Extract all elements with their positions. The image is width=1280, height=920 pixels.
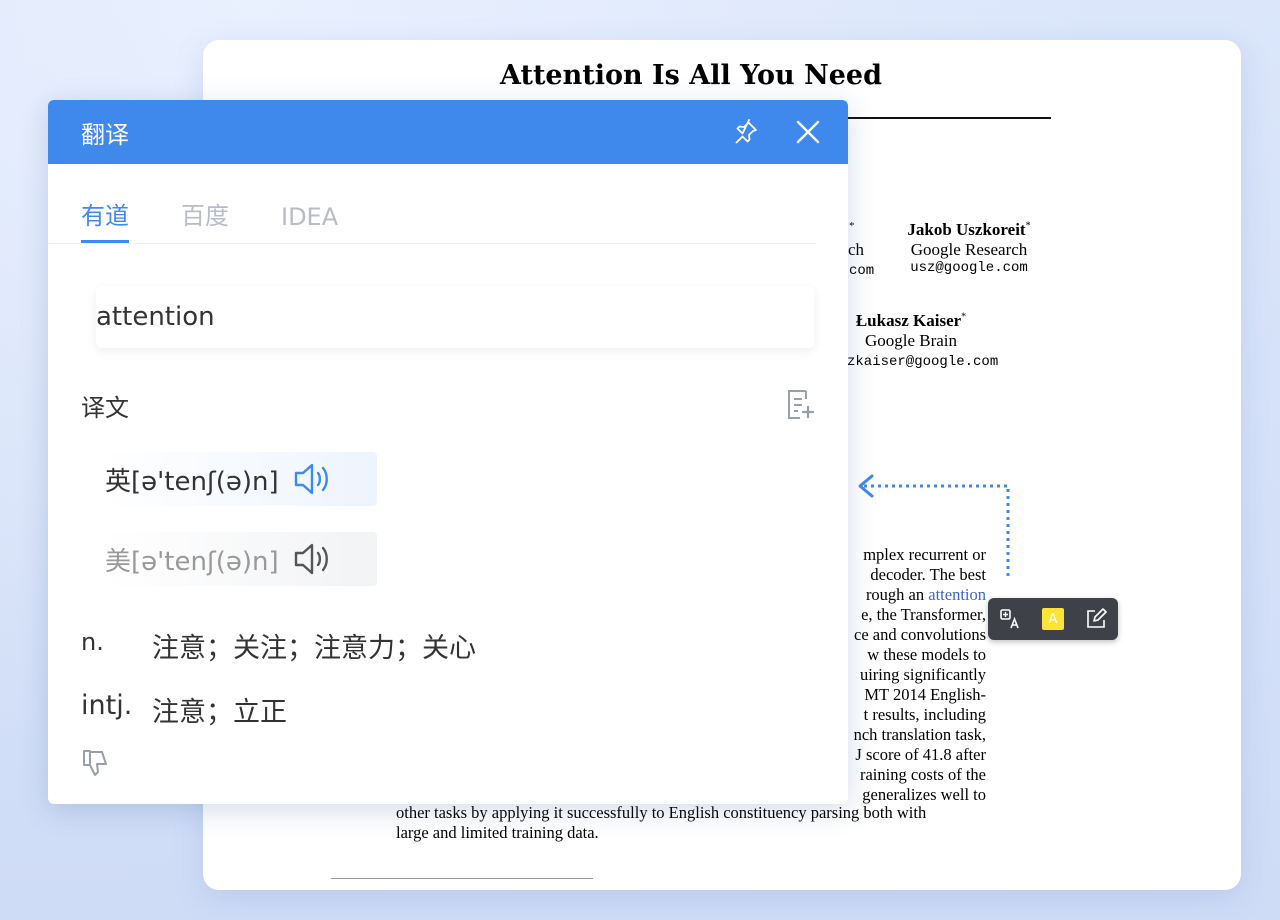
pronunciation-uk: 英[ə'tenʃ(ə)n] <box>105 452 377 506</box>
highlight-button[interactable]: A <box>1040 606 1066 632</box>
author-kaiser: Łukasz Kaiser* Google Brain <box>846 311 976 351</box>
connector-arrow-icon <box>858 474 1010 576</box>
definition-text: 注意；立正 <box>152 697 287 728</box>
translate-button[interactable] <box>997 606 1023 632</box>
author-mark-fragment: * <box>849 220 855 232</box>
abstract-text: rough an <box>865 585 929 604</box>
translate-icon <box>999 609 1019 629</box>
copy-to-note-icon[interactable] <box>784 388 816 422</box>
footnote-rule <box>331 878 593 879</box>
pin-button[interactable] <box>726 112 766 152</box>
author-affiliation-fragment: ch <box>848 240 865 259</box>
paper-title: Attention Is All You Need <box>500 60 882 91</box>
author-mark: * <box>1025 220 1031 232</box>
add-note-button[interactable] <box>1083 606 1109 632</box>
author-mark: * <box>961 311 967 323</box>
query-text: attention <box>96 302 215 332</box>
speaker-icon <box>294 463 328 495</box>
abstract-line: other tasks by applying it successfully … <box>396 803 927 822</box>
author-email: usz@google.com <box>910 260 1028 276</box>
tab-idea[interactable]: IDEA <box>281 203 338 243</box>
author-name: Jakob Uszkoreit <box>907 220 1026 239</box>
part-of-speech: n. <box>81 628 104 656</box>
translation-section-label: 译文 <box>81 394 129 422</box>
pronunciation-uk-text: 英[ə'tenʃ(ə)n] <box>105 466 279 497</box>
pronunciation-us: 美[ə'tenʃ(ə)n] <box>105 532 377 586</box>
highlight-letter: A <box>1048 611 1058 627</box>
close-button[interactable] <box>788 112 828 152</box>
play-uk-button[interactable] <box>293 459 337 499</box>
translation-panel: 翻译 有道 百度 IDEA attention 译文 英[ə'tenʃ(ə)n] <box>48 100 848 804</box>
close-icon <box>796 120 820 144</box>
selection-toolbar: A <box>988 598 1118 640</box>
author-uszkoreit: Jakob Uszkoreit* Google Research usz@goo… <box>906 220 1032 276</box>
author-affiliation: Google Brain <box>864 331 958 350</box>
thumbs-down-icon[interactable] <box>81 748 111 778</box>
highlighted-word[interactable]: attention <box>928 585 986 604</box>
part-of-speech: intj. <box>81 690 133 721</box>
title-rule <box>833 117 1051 119</box>
definition-text: 注意；关注；注意力；关心 <box>152 633 476 664</box>
author-email-fragment: com <box>849 263 875 279</box>
author-affiliation: Google Research <box>910 240 1028 259</box>
author-name: Łukasz Kaiser <box>855 311 962 330</box>
pin-icon <box>735 119 757 144</box>
pronunciation-us-text: 美[ə'tenʃ(ə)n] <box>105 546 279 577</box>
abstract-line: large and limited training data. <box>396 823 599 842</box>
edit-note-icon <box>1087 608 1108 628</box>
tab-youdao[interactable]: 有道 <box>81 196 129 243</box>
play-us-button[interactable] <box>293 539 337 579</box>
highlight-icon: A <box>1041 608 1064 630</box>
author-email-fragment: zkaiser@google.com <box>847 354 999 370</box>
panel-title: 翻译 <box>81 120 129 149</box>
definition-row: n. 注意；关注；注意力；关心 <box>81 626 476 665</box>
definition-row: intj. 注意；立正 <box>81 690 287 729</box>
speaker-icon <box>294 543 328 575</box>
query-input[interactable]: attention <box>96 286 814 348</box>
engine-tabs: 有道 百度 IDEA <box>48 164 816 244</box>
panel-header: 翻译 <box>48 100 848 164</box>
tab-baidu[interactable]: 百度 <box>181 196 229 243</box>
